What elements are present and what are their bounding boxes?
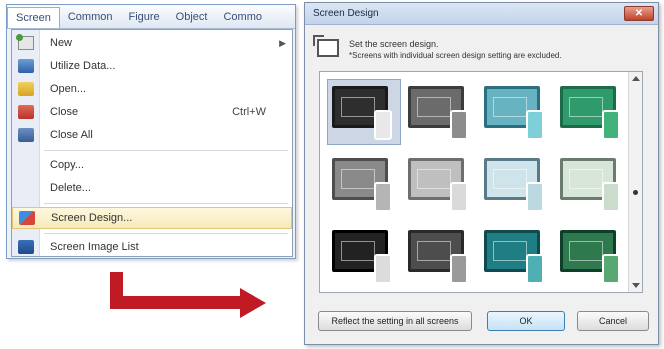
screen-design-theme-10[interactable] (404, 224, 476, 288)
menu-figure[interactable]: Figure (120, 7, 167, 27)
preview-window (569, 97, 603, 117)
preview-window (417, 241, 451, 261)
screen-image-list-icon (18, 240, 34, 254)
preview-window (493, 97, 527, 117)
preview-window (569, 241, 603, 261)
menu-bar: Screen Common Figure Object Commo (7, 5, 295, 29)
submenu-arrow-icon: ▶ (279, 37, 286, 48)
screen-design-theme-5[interactable] (328, 152, 400, 216)
menu-item-label: Close (50, 106, 79, 118)
shortcut-label: Ctrl+W (232, 106, 266, 118)
menu-item-new[interactable]: New ▶ (12, 32, 292, 54)
preview-window (341, 97, 375, 117)
dialog-instruction: Set the screen design. (349, 39, 439, 49)
preview-window (493, 241, 527, 261)
screen-dropdown-menu: New ▶ Utilize Data... Open... Close Ctrl… (11, 29, 293, 257)
screen-design-theme-6[interactable] (404, 152, 476, 216)
phone-preview-icon (602, 182, 620, 212)
close-screen-icon (18, 105, 34, 119)
phone-preview-icon (450, 110, 468, 140)
menu-item-label: Copy... (50, 159, 85, 171)
ok-button[interactable]: OK (487, 311, 565, 331)
menu-item-copy[interactable]: Copy... (12, 154, 292, 176)
preview-window (569, 169, 603, 189)
menu-item-close[interactable]: Close Ctrl+W (12, 101, 292, 123)
menu-item-label: Close All (50, 129, 93, 141)
screen-design-theme-7[interactable] (480, 152, 552, 216)
menu-common[interactable]: Common (60, 7, 121, 27)
close-all-icon (18, 128, 34, 142)
menu-item-label: New (50, 37, 73, 49)
preview-window (493, 169, 527, 189)
theme-grid (319, 71, 643, 293)
menu-item-label: Open... (50, 83, 87, 95)
arrow-shaft-horizontal (122, 296, 242, 309)
menu-separator (44, 203, 288, 204)
menu-screen[interactable]: Screen (7, 6, 60, 28)
menu-item-delete[interactable]: Delete... (12, 177, 292, 199)
menu-item-label: Utilize Data... (50, 60, 116, 72)
phone-preview-icon (602, 254, 620, 284)
screen-design-theme-3[interactable] (480, 80, 552, 144)
phone-preview-icon (450, 254, 468, 284)
menu-object[interactable]: Object (168, 7, 216, 27)
screen-design-theme-11[interactable] (480, 224, 552, 288)
scroll-down-icon[interactable] (632, 283, 640, 288)
scroll-thumb[interactable] (633, 190, 638, 195)
screen-design-theme-4[interactable] (556, 80, 628, 144)
preview-window (341, 241, 375, 261)
scroll-up-icon[interactable] (632, 76, 640, 81)
menu-item-open[interactable]: Open... (12, 78, 292, 100)
phone-preview-icon (374, 254, 392, 284)
phone-preview-icon (526, 182, 544, 212)
screen-design-info-icon (313, 35, 339, 57)
dialog-titlebar[interactable]: Screen Design ✕ (305, 3, 658, 25)
menu-item-screen-design[interactable]: Screen Design... (12, 207, 292, 229)
phone-preview-icon (602, 110, 620, 140)
menu-item-label: Delete... (50, 182, 91, 194)
preview-window (417, 169, 451, 189)
menu-item-label: Screen Image List (50, 241, 139, 253)
arrow-right-icon (240, 288, 266, 318)
close-icon[interactable]: ✕ (624, 6, 654, 21)
screen-design-theme-2[interactable] (404, 80, 476, 144)
screen-design-theme-9[interactable] (328, 224, 400, 288)
screen-design-theme-12[interactable] (556, 224, 628, 288)
preview-window (417, 97, 451, 117)
utilize-data-icon (18, 59, 34, 73)
screen-design-icon (19, 211, 35, 225)
phone-preview-icon (526, 254, 544, 284)
screen-menu-window: Screen Common Figure Object Commo New ▶ … (6, 4, 296, 259)
screen-design-theme-8[interactable] (556, 152, 628, 216)
screen-design-theme-1[interactable] (327, 79, 401, 145)
menu-item-utilize-data[interactable]: Utilize Data... (12, 55, 292, 77)
menu-separator (44, 233, 288, 234)
menu-separator (44, 150, 288, 151)
theme-grid-scrollbar[interactable] (628, 72, 642, 292)
phone-preview-icon (450, 182, 468, 212)
reflect-all-button[interactable]: Reflect the setting in all screens (318, 311, 472, 331)
phone-preview-icon (374, 182, 392, 212)
cancel-button[interactable]: Cancel (577, 311, 649, 331)
screen-design-dialog: Screen Design ✕ Set the screen design. *… (304, 2, 659, 345)
dialog-title: Screen Design (313, 8, 379, 19)
menu-item-label: Screen Design... (51, 212, 133, 224)
open-folder-icon (18, 82, 34, 96)
preview-window (341, 169, 375, 189)
menu-commo[interactable]: Commo (215, 7, 270, 27)
menu-item-close-all[interactable]: Close All (12, 124, 292, 146)
phone-preview-icon (374, 110, 392, 140)
new-screen-icon (16, 34, 34, 50)
phone-preview-icon (526, 110, 544, 140)
dialog-note: *Screens with individual screen design s… (349, 51, 562, 60)
menu-item-screen-image-list[interactable]: Screen Image List (12, 236, 292, 258)
